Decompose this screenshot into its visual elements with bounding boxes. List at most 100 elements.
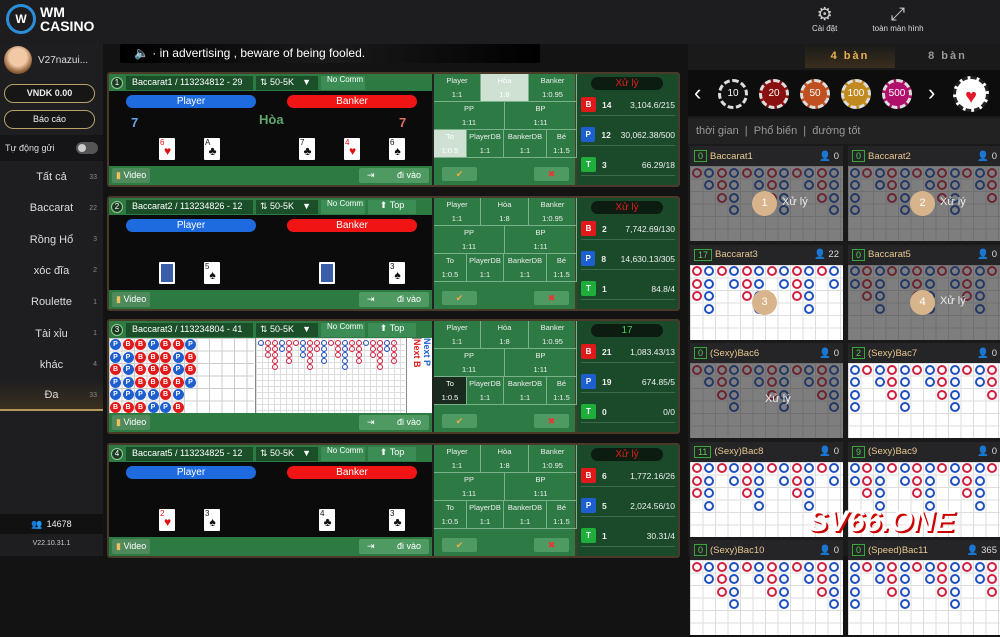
bet-option[interactable]: Bé 1:1.5 <box>547 501 577 529</box>
bet-option[interactable]: PP 1:11 <box>434 473 505 501</box>
no-comm-toggle[interactable]: No Comm <box>321 199 365 214</box>
bet-option[interactable]: PP 1:11 <box>434 102 505 130</box>
chevron-left-icon[interactable]: ‹ <box>694 80 701 106</box>
top-button[interactable]: ⬆ Top <box>368 199 416 214</box>
confirm-button[interactable]: ✔ <box>442 538 477 552</box>
top-button[interactable]: ⬆ Top <box>368 322 416 337</box>
mini-table[interactable]: 0 Baccarat2 👤 0 2 Xử lý <box>848 146 1000 243</box>
mini-table[interactable]: 0 Baccarat5 👤 0 4 Xử lý <box>848 244 1000 342</box>
mini-table[interactable]: 0 (Sexy)Bac10 👤 0 <box>690 540 843 637</box>
cancel-button[interactable]: ✖ <box>534 291 569 305</box>
enter-table-button[interactable]: ⇥ đi vào <box>359 539 429 554</box>
next-banker-label[interactable]: Next B <box>412 338 422 375</box>
bet-option[interactable]: Player 1:1 <box>434 74 481 102</box>
user-profile[interactable]: V27nazui... <box>4 46 88 74</box>
bet-option[interactable]: Player 1:1 <box>434 198 481 226</box>
bet-limit-select[interactable]: ⇅ 50-5K ▼ <box>256 199 318 214</box>
enter-table-button[interactable]: ⇥ đi vào <box>359 415 429 430</box>
bet-option[interactable]: Player 1:1 <box>434 445 481 473</box>
settings-button[interactable]: ⚙ Cài đặt <box>812 4 837 33</box>
sort-filters[interactable]: thời gian | Phổ biến | đường tốt <box>688 118 1000 144</box>
confirm-button[interactable]: ✔ <box>442 414 477 428</box>
chip-10[interactable]: 10 <box>718 79 748 109</box>
next-player-label[interactable]: Next P <box>422 338 432 375</box>
fullscreen-button[interactable]: ⤢ toàn màn hình <box>868 4 928 33</box>
chip-500[interactable]: 500 <box>882 79 912 109</box>
bet-limit-select[interactable]: ⇅ 50-5K ▼ <box>256 322 318 337</box>
bet-option[interactable]: BankerDB 1:1 <box>504 130 547 158</box>
bet-option[interactable]: Banker 1:0.95 <box>529 445 577 473</box>
bet-option[interactable]: PP 1:11 <box>434 349 505 377</box>
enter-table-button[interactable]: ⇥ đi vào <box>359 292 429 307</box>
mini-table[interactable]: 2 (Sexy)Bac7 👤 0 <box>848 343 1000 440</box>
bet-option[interactable]: Hòa 1:8 <box>481 74 529 102</box>
bet-option[interactable]: BP 1:11 <box>505 102 577 130</box>
mini-table[interactable]: 0 (Speed)Bac11 👤 365 <box>848 540 1000 637</box>
bet-option[interactable]: BP 1:11 <box>505 349 577 377</box>
chip-50[interactable]: 50 <box>800 79 830 109</box>
bet-option[interactable]: BankerDB 1:1 <box>504 254 547 282</box>
custom-chip-icon[interactable]: ♥ <box>953 76 989 112</box>
bet-option[interactable]: BankerDB 1:1 <box>504 377 547 405</box>
layout-tab[interactable]: 4 bàn <box>805 44 895 68</box>
bet-option[interactable]: To 1:0.5 <box>434 130 467 158</box>
enter-table-button[interactable]: ⇥ đi vào <box>359 168 429 183</box>
bet-option[interactable]: Banker 1:0.95 <box>529 321 577 349</box>
no-comm-toggle[interactable]: No Comm <box>321 322 365 337</box>
bet-option[interactable]: To 1:0.5 <box>434 377 467 405</box>
sidebar-item[interactable]: Roulette 1 <box>0 287 103 317</box>
video-button[interactable]: ▮ Video <box>112 415 151 430</box>
bet-option[interactable]: Banker 1:0.95 <box>529 74 577 102</box>
video-button[interactable]: ▮ Video <box>112 292 151 307</box>
mini-table[interactable]: 17 Baccarat3 👤 22 3 <box>690 244 843 342</box>
sidebar-item[interactable]: Đa 33 <box>0 381 103 412</box>
sidebar-item[interactable]: Tài xỉu 1 <box>0 319 103 349</box>
chip-100[interactable]: 100 <box>841 79 871 109</box>
bet-option[interactable]: BankerDB 1:1 <box>504 501 547 529</box>
bet-option[interactable]: PP 1:11 <box>434 226 505 254</box>
bet-option[interactable]: PlayerDB 1:1 <box>467 377 504 405</box>
confirm-button[interactable]: ✔ <box>442 291 477 305</box>
bet-option[interactable]: Player 1:1 <box>434 321 481 349</box>
bet-option[interactable]: PlayerDB 1:1 <box>467 254 504 282</box>
no-comm-toggle[interactable]: No Comm <box>321 446 365 461</box>
balance-button[interactable]: VNDK 0.00 <box>4 84 95 103</box>
bet-option[interactable]: Banker 1:0.95 <box>529 198 577 226</box>
bet-option[interactable]: BP 1:11 <box>505 473 577 501</box>
video-button[interactable]: ▮ Video <box>112 168 151 183</box>
sidebar-item[interactable]: Rồng Hổ 3 <box>0 225 103 255</box>
bet-option[interactable]: Hòa 1:8 <box>481 321 529 349</box>
bet-option[interactable]: To 1:0.5 <box>434 254 467 282</box>
top-button[interactable]: ⬆ Top <box>368 446 416 461</box>
cancel-button[interactable]: ✖ <box>534 538 569 552</box>
bet-option[interactable]: To 1:0.5 <box>434 501 467 529</box>
bet-limit-select[interactable]: ⇅ 50-5K ▼ <box>256 75 318 90</box>
sidebar-item[interactable]: khác 4 <box>0 350 103 380</box>
confirm-button[interactable]: ✔ <box>442 167 477 181</box>
users-icon: 👥 <box>31 518 43 529</box>
auto-send-toggle[interactable] <box>76 142 98 154</box>
layout-tab[interactable]: 8 bàn <box>895 44 1000 68</box>
sidebar-item[interactable]: Tất cả 33 <box>0 162 103 192</box>
no-comm-toggle[interactable]: No Comm <box>321 75 365 90</box>
mini-table[interactable]: 0 Baccarat1 👤 0 1 Xử lý <box>690 146 843 243</box>
cancel-button[interactable]: ✖ <box>534 167 569 181</box>
video-button[interactable]: ▮ Video <box>112 539 151 554</box>
bet-option[interactable]: Hòa 1:8 <box>481 198 529 226</box>
bet-option[interactable]: Bé 1:1.5 <box>547 130 577 158</box>
bet-option[interactable]: PlayerDB 1:1 <box>467 130 504 158</box>
bet-limit-value: 50-5K <box>270 76 295 87</box>
sidebar-item[interactable]: xóc đĩa 2 <box>0 256 103 286</box>
chevron-right-icon[interactable]: › <box>928 80 935 106</box>
bet-option[interactable]: Bé 1:1.5 <box>547 254 577 282</box>
bet-option[interactable]: PlayerDB 1:1 <box>467 501 504 529</box>
bet-limit-select[interactable]: ⇅ 50-5K ▼ <box>256 446 318 461</box>
bet-option[interactable]: Bé 1:1.5 <box>547 377 577 405</box>
mini-table[interactable]: 0 (Sexy)Bac6 👤 0 Xử lý <box>690 343 843 440</box>
cancel-button[interactable]: ✖ <box>534 414 569 428</box>
chip-20[interactable]: 20 <box>759 79 789 109</box>
bet-option[interactable]: Hòa 1:8 <box>481 445 529 473</box>
sidebar-item[interactable]: Baccarat 22 <box>0 193 103 223</box>
report-button[interactable]: Báo cáo <box>4 110 95 129</box>
bet-option[interactable]: BP 1:11 <box>505 226 577 254</box>
